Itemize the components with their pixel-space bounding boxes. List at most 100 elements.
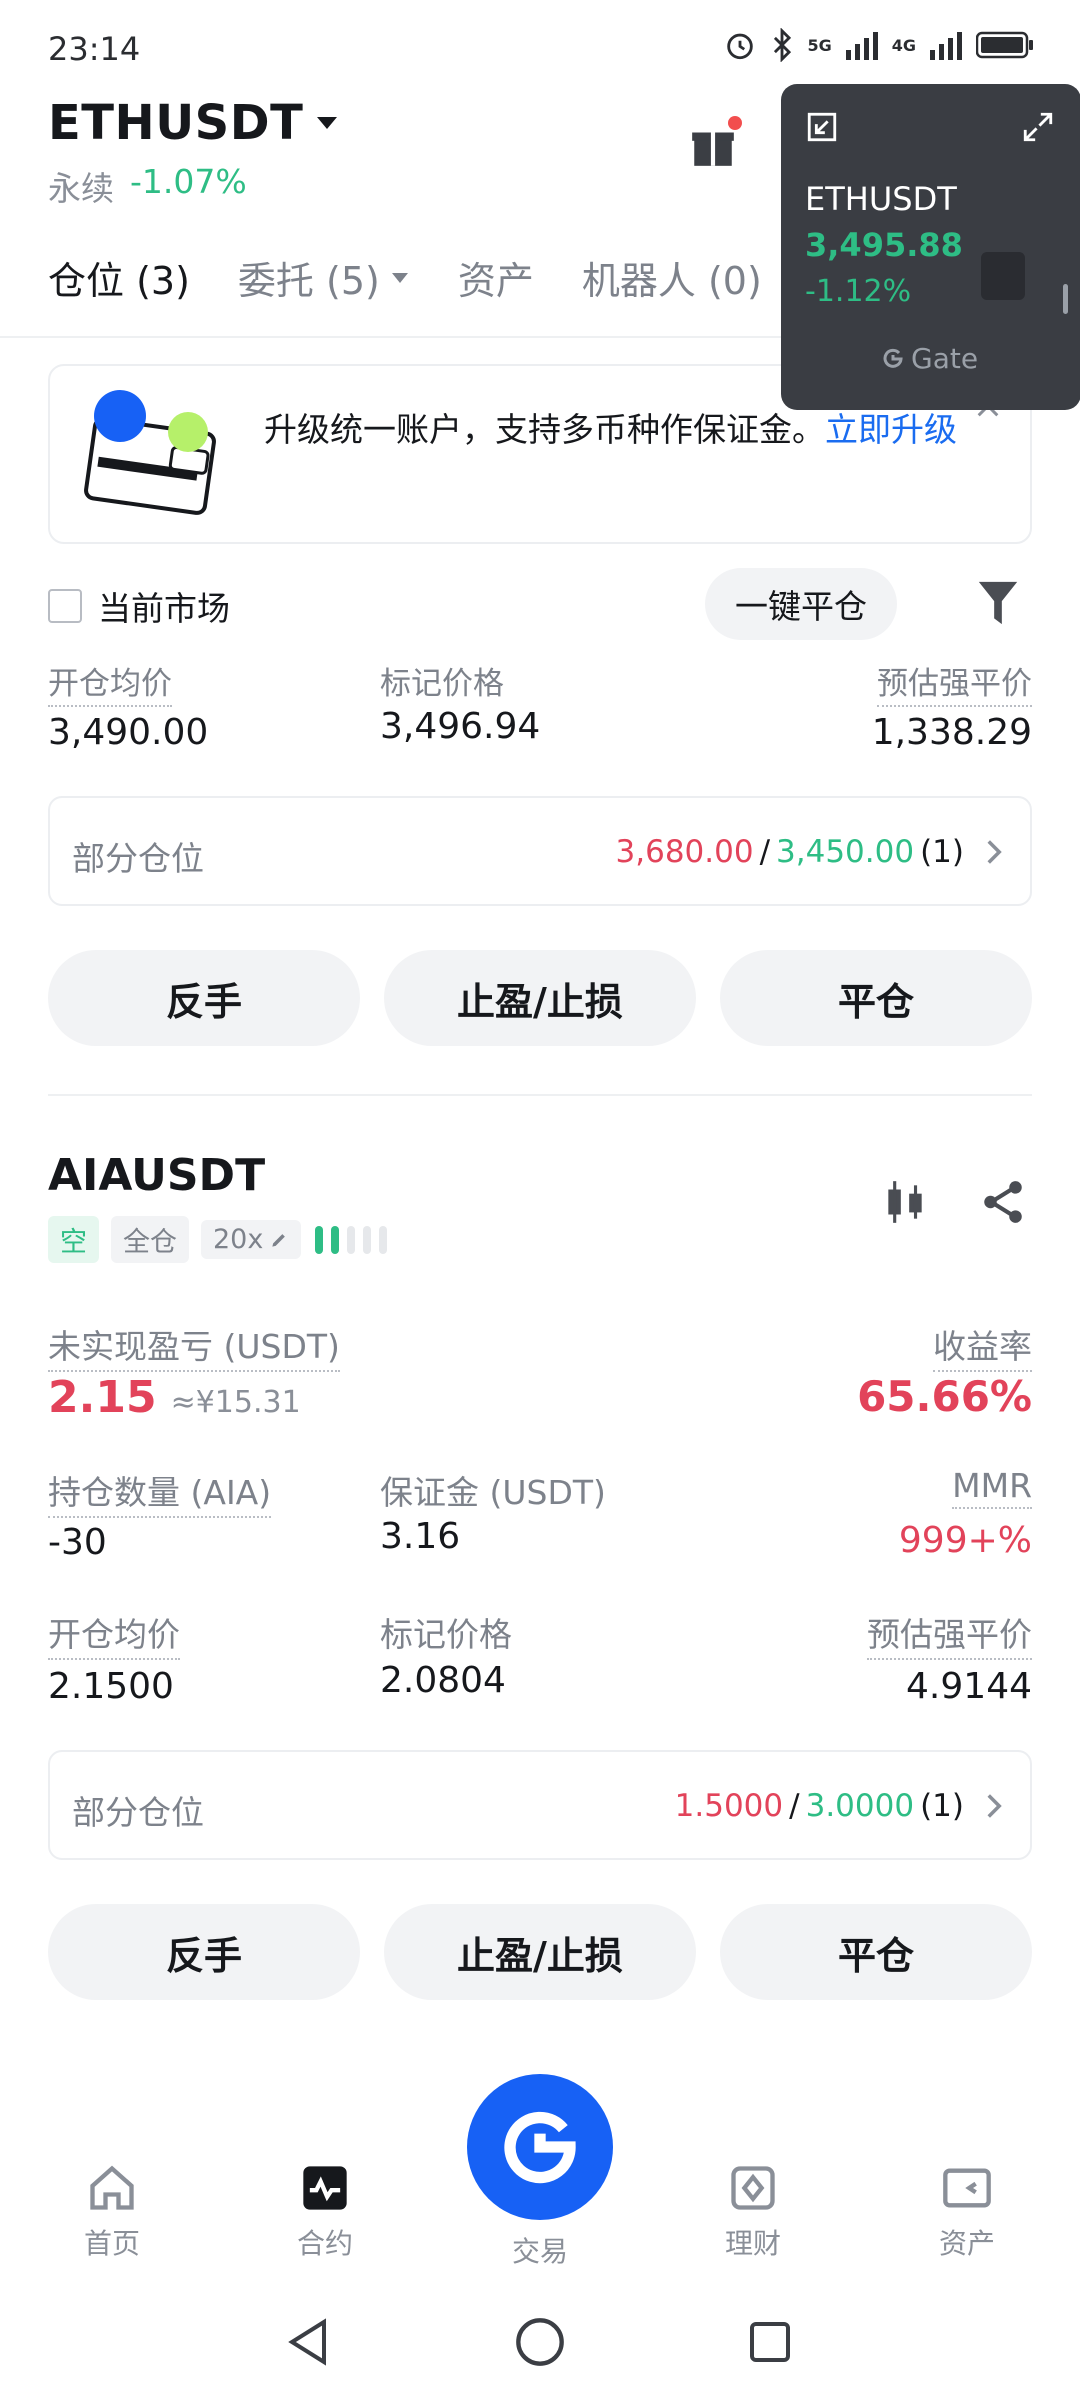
status-icons: 5G 4G (723, 28, 1034, 62)
notification-dot (728, 116, 742, 130)
float-scrollbar (1063, 284, 1068, 314)
eth-entry-price: 3,490.00 (48, 712, 209, 753)
partial-tp-price: 3,680.00 (615, 834, 754, 870)
partial-position-values: 1.5000 / 3.0000 (1) (675, 1788, 1006, 1824)
aia-margin: 3.16 (380, 1516, 461, 1557)
nav-futures[interactable]: 合约 (255, 2160, 395, 2262)
current-market-filter[interactable]: 当前市场 (48, 582, 230, 630)
nav-earn[interactable]: 理财 (683, 2160, 823, 2262)
eth-mark-price: 3,496.94 (380, 706, 541, 747)
eth-partial-position-row[interactable]: 部分仓位 3,680.00 / 3,450.00 (1) (48, 796, 1032, 906)
bluetooth-icon (774, 28, 792, 62)
gift-button[interactable] (688, 116, 742, 174)
aia-pnl-label[interactable]: 未实现盈亏 (USDT) (48, 1320, 340, 1372)
system-navigation-bar (0, 2290, 1080, 2400)
eth-entry-price-label[interactable]: 开仓均价 (48, 658, 172, 707)
nav-home[interactable]: 首页 (42, 2160, 182, 2262)
aia-roe-label[interactable]: 收益率 (933, 1320, 1032, 1372)
signal-icon-2 (930, 32, 962, 60)
partial-sl-price: 3,450.00 (776, 834, 915, 870)
filter-icon[interactable] (975, 577, 1021, 629)
symbol-subtitle: 永续 -1.07% (48, 162, 247, 210)
margin-mode-tag[interactable]: 全仓 (111, 1216, 189, 1263)
nav-label: 理财 (724, 2227, 781, 2260)
contract-type: 永续 (48, 169, 114, 208)
wallet-icon (943, 2168, 991, 2208)
aia-mmr: 999+% (898, 1520, 1032, 1561)
partial-separator: / (759, 834, 771, 870)
nav-label: 首页 (83, 2227, 140, 2260)
aia-roe: 65.66% (857, 1372, 1032, 1421)
network-5g-label: 5G (807, 35, 832, 55)
current-market-checkbox[interactable] (48, 589, 82, 623)
leverage-tag[interactable]: 20x (201, 1220, 302, 1259)
partial-separator: / (789, 1788, 800, 1824)
float-symbol: ETHUSDT (805, 180, 957, 218)
eth-close-button[interactable]: 平仓 (720, 950, 1032, 1046)
aia-symbol[interactable]: AIAUSDT (48, 1150, 265, 1201)
recents-icon[interactable] (746, 2318, 794, 2366)
tab-positions[interactable]: 仓位 (3) (48, 250, 190, 305)
aia-size-label[interactable]: 持仓数量 (AIA) (48, 1466, 272, 1518)
close-all-button[interactable]: 一键平仓 (705, 568, 897, 640)
eth-liq-price: 1,338.29 (871, 712, 1032, 753)
aia-reverse-button[interactable]: 反手 (48, 1904, 360, 2000)
candlestick-icon[interactable] (880, 1176, 930, 1228)
aia-mmr-label[interactable]: MMR (952, 1466, 1032, 1509)
tab-orders[interactable]: 委托 (5) (238, 250, 410, 305)
aia-pnl-cny: ≈¥15.31 (170, 1385, 301, 1420)
aia-liq-price-label[interactable]: 预估强平价 (867, 1608, 1032, 1660)
symbol-name: ETHUSDT (48, 95, 304, 151)
gate-brand-text: Gate (911, 342, 979, 375)
partial-sl-price: 3.0000 (805, 1788, 915, 1824)
leverage-value: 20x (213, 1224, 264, 1255)
daily-change: -1.07% (130, 162, 247, 201)
chevron-right-icon (987, 1794, 1002, 1818)
expand-icon[interactable] (1021, 110, 1055, 144)
signal-icon (845, 32, 878, 60)
aia-liq-price: 4.9144 (906, 1666, 1032, 1707)
tab-label: 仓位 (3) (48, 259, 190, 303)
nav-label: 资产 (938, 2227, 995, 2260)
nav-assets[interactable]: 资产 (897, 2160, 1037, 2262)
share-icon[interactable] (978, 1176, 1028, 1228)
aia-mark-price: 2.0804 (380, 1660, 506, 1701)
partial-tp-price: 1.5000 (674, 1788, 784, 1824)
eth-liq-price-label[interactable]: 预估强平价 (877, 658, 1032, 707)
aia-entry-price-label[interactable]: 开仓均价 (48, 1608, 180, 1660)
aia-entry-price: 2.1500 (48, 1666, 174, 1707)
floating-price-widget[interactable]: ETHUSDT 3,495.88 -1.12% Gate (781, 84, 1080, 410)
futures-icon (303, 2166, 347, 2210)
tab-bots[interactable]: 机器人 (0) (582, 250, 762, 305)
eth-reverse-button[interactable]: 反手 (48, 950, 360, 1046)
partial-position-values: 3,680.00 / 3,450.00 (1) (616, 834, 1006, 870)
float-change: -1.12% (805, 274, 912, 309)
back-icon[interactable] (284, 2316, 332, 2368)
eth-tpsl-button[interactable]: 止盈/止损 (384, 950, 696, 1046)
wallet-illustration-icon (84, 390, 216, 515)
banner-message: 升级统一账户，支持多币种作保证金。 (264, 410, 825, 449)
partial-count: (1) (920, 834, 964, 870)
upgrade-link[interactable]: 立即升级 (825, 410, 957, 449)
aia-close-button[interactable]: 平仓 (720, 1904, 1032, 2000)
caret-down-icon (317, 117, 338, 129)
banner-text: 升级统一账户，支持多币种作保证金。立即升级 (264, 406, 984, 454)
edit-icon (272, 1233, 286, 1247)
home-circle-icon[interactable] (514, 2316, 566, 2368)
symbol-selector[interactable]: ETHUSDT (48, 95, 339, 151)
gate-logo-icon (883, 348, 903, 368)
home-icon (90, 2165, 134, 2210)
trade-fab-button[interactable] (467, 2074, 613, 2220)
nav-label: 合约 (296, 2227, 353, 2260)
tab-label: 委托 (5) (237, 259, 380, 303)
tab-assets[interactable]: 资产 (458, 250, 534, 305)
aia-partial-position-row[interactable]: 部分仓位 1.5000 / 3.0000 (1) (48, 1750, 1032, 1860)
aia-tags: 空 全仓 20x (48, 1216, 397, 1263)
aia-size: -30 (48, 1522, 107, 1563)
exit-float-icon[interactable] (805, 110, 839, 144)
battery-icon (976, 31, 1033, 59)
aia-tpsl-button[interactable]: 止盈/止损 (384, 1904, 696, 2000)
earn-icon (731, 2166, 775, 2210)
aia-pnl: 2.15 (48, 1372, 157, 1423)
aia-mark-price-label: 标记价格 (380, 1615, 512, 1654)
